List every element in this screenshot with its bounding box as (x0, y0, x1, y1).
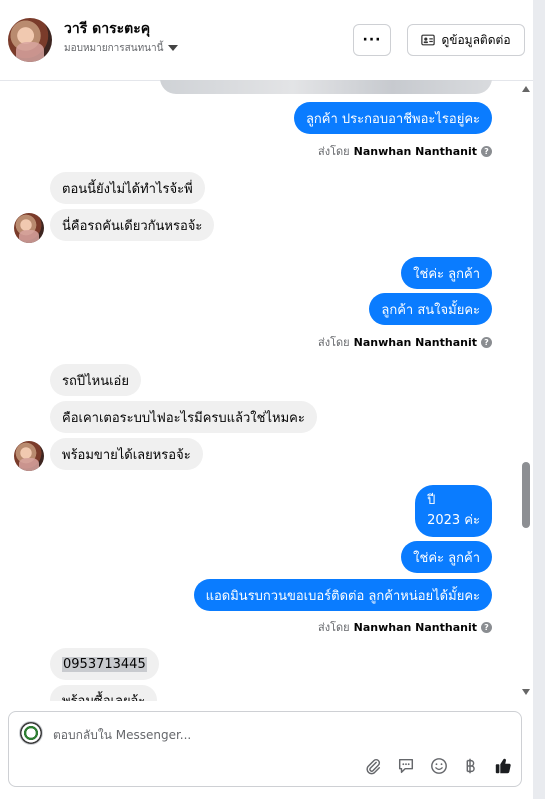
message-text: พร้อมซื้อเลยจ้ะ (62, 693, 146, 702)
message-text: พร้อมขายได้เลยหรอจ้ะ (62, 447, 191, 463)
contact-card-icon (421, 34, 436, 46)
message-outgoing[interactable]: ใช่ค่ะ ลูกค้า (401, 257, 492, 289)
view-contact-info-button[interactable]: ดูข้อมูลติดต่อ (407, 24, 525, 56)
conversation-header: วารี ดาระตะคุ มอบหมายการสนทนานี้ ··· ดูข… (0, 0, 533, 81)
reply-composer[interactable]: ตอบกลับใน Messenger... (8, 711, 522, 787)
sent-by-label: ส่งโดย Nanwhan Nanthanit? (318, 333, 492, 351)
sent-by-prefix: ส่งโดย (318, 336, 350, 349)
paperclip-icon[interactable] (363, 756, 383, 776)
conversation-panel: วารี ดาระตะคุ มอบหมายการสนทนานี้ ··· ดูข… (0, 0, 533, 799)
message-incoming[interactable]: ตอนนี้ยังไม่ได้ทำไรจ้ะพี่ (50, 172, 205, 204)
help-icon[interactable]: ? (481, 621, 492, 633)
scroll-up-arrow-icon[interactable] (522, 86, 530, 92)
baht-icon[interactable] (460, 756, 480, 776)
contact-avatar-small[interactable] (14, 441, 44, 471)
more-icon: ··· (362, 32, 382, 48)
message-incoming[interactable]: พร้อมขายได้เลยหรอจ้ะ (50, 438, 203, 470)
scroll-down-arrow-icon[interactable] (522, 689, 530, 695)
message-incoming[interactable]: พร้อมซื้อเลยจ้ะ (50, 685, 158, 702)
message-text-line: ปี (427, 493, 436, 508)
window-edge (533, 0, 545, 799)
message-text: 0953713445 (62, 656, 147, 672)
message-thread[interactable]: ลูกค้า ประกอบอาชีพอะไรอยู่คะ ส่งโดย Nanwh… (0, 80, 533, 701)
sender-name: Nanwhan Nanthanit (353, 335, 477, 349)
like-icon[interactable] (493, 756, 513, 776)
contact-avatar-small[interactable] (14, 213, 44, 243)
message-text: นี่คือรถคันเดียวกันหรอจ้ะ (62, 218, 203, 234)
message-text-line: 2023 ค่ะ (427, 513, 480, 528)
message-outgoing[interactable]: ปี 2023 ค่ะ (415, 485, 492, 537)
message-incoming[interactable]: นี่คือรถคันเดียวกันหรอจ้ะ (50, 209, 215, 241)
assign-conversation-dropdown[interactable]: มอบหมายการสนทนานี้ (64, 41, 179, 56)
message-incoming-phone[interactable]: 0953713445 (50, 648, 159, 680)
message-text: ลูกค้า ประกอบอาชีพอะไรอยู่คะ (305, 111, 480, 127)
assign-label: มอบหมายการสนทนานี้ (64, 43, 164, 54)
page-logo-icon (19, 721, 43, 745)
contact-avatar[interactable] (8, 18, 52, 62)
message-text: แอดมินรบกวนขอเบอร์ติดต่อ ลูกค้าหน่อยได้ม… (205, 588, 480, 604)
thread-scrollbar[interactable] (517, 80, 533, 701)
emoji-icon[interactable] (429, 756, 449, 776)
message-text: ใช่ค่ะ ลูกค้า (413, 266, 480, 282)
contact-info-label: ดูข้อมูลติดต่อ (441, 32, 511, 47)
sent-by-prefix: ส่งโดย (318, 145, 350, 158)
caret-down-icon (168, 45, 179, 51)
message-text: ใช่ค่ะ ลูกค้า (413, 550, 480, 566)
sent-by-label: ส่งโดย Nanwhan Nanthanit? (318, 142, 492, 160)
sender-name: Nanwhan Nanthanit (353, 620, 477, 634)
message-outgoing[interactable]: ใช่ค่ะ ลูกค้า (401, 541, 492, 573)
image-attachment[interactable] (160, 80, 492, 94)
help-icon[interactable]: ? (481, 336, 492, 348)
message-outgoing[interactable]: ลูกค้า ประกอบอาชีพอะไรอยู่คะ (293, 102, 492, 134)
scrollbar-thumb[interactable] (522, 462, 530, 528)
more-options-button[interactable]: ··· (353, 24, 391, 56)
message-incoming[interactable]: รถปีไหนเอ่ย (50, 364, 141, 396)
message-incoming[interactable]: คือเคาเตอระบบไฟอะไรมีครบแล้วใช่ไหมคะ (50, 401, 317, 433)
message-outgoing[interactable]: ลูกค้า สนใจมั้ยคะ (369, 293, 492, 325)
message-outgoing[interactable]: แอดมินรบกวนขอเบอร์ติดต่อ ลูกค้าหน่อยได้ม… (193, 579, 492, 611)
sent-by-label: ส่งโดย Nanwhan Nanthanit? (318, 618, 492, 636)
message-text: ลูกค้า สนใจมั้ยคะ (381, 302, 480, 318)
sent-by-prefix: ส่งโดย (318, 621, 350, 634)
message-text: คือเคาเตอระบบไฟอะไรมีครบแล้วใช่ไหมคะ (62, 410, 305, 426)
contact-name[interactable]: วารี ดาระตะคุ (64, 18, 150, 40)
message-text: รถปีไหนเอ่ย (62, 373, 129, 389)
reply-input[interactable]: ตอบกลับใน Messenger... (53, 726, 191, 745)
message-text: ตอนนี้ยังไม่ได้ทำไรจ้ะพี่ (62, 181, 193, 197)
help-icon[interactable]: ? (481, 145, 492, 157)
sender-name: Nanwhan Nanthanit (353, 144, 477, 158)
saved-reply-icon[interactable] (396, 756, 416, 776)
